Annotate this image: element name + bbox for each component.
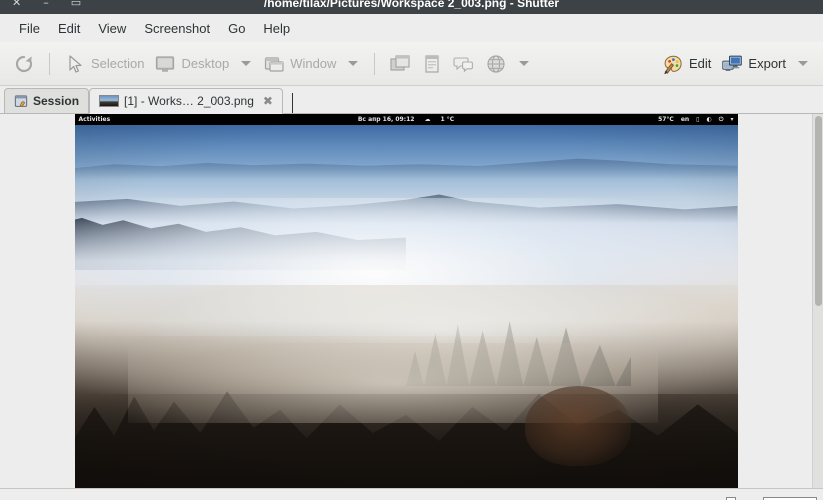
window-dropdown-chevron-down-icon[interactable] (348, 61, 359, 66)
toolbar-separator-1 (49, 52, 50, 75)
gnome-outdoor-temp: 1 °C (440, 116, 455, 123)
title-bar: ✕ – ▭ /home/tilax/Pictures/Workspace 2_0… (0, 0, 823, 14)
tab-image-label: [1] - Works… 2_003.png (124, 94, 254, 108)
toolbar-separator-2 (374, 52, 376, 75)
window-button[interactable]: Window (258, 50, 341, 78)
toolbar: Selection Desktop Window Edit Export (0, 42, 823, 86)
menu-go[interactable]: Go (219, 18, 254, 39)
photo-vignette (74, 125, 738, 488)
gnome-clock-area: Вс апр 16, 09:12 ☁ 1 °C (75, 116, 738, 123)
captured-wallpaper-photo (74, 125, 738, 488)
session-icon (14, 95, 28, 107)
menu-edit[interactable]: Edit (49, 18, 89, 39)
export-button[interactable]: Export (716, 50, 791, 78)
image-thumbnail (99, 95, 120, 107)
tab-close-icon[interactable]: ✖ (263, 94, 273, 108)
weather-cloud-icon: ☁ (424, 116, 431, 123)
web-page-icon (425, 54, 439, 73)
menu-file[interactable]: File (10, 18, 49, 39)
tooltip-icon (453, 56, 474, 72)
edit-button[interactable]: Edit (657, 50, 716, 78)
export-label: Export (748, 56, 786, 71)
status-right-group (726, 494, 817, 500)
menu-capture-button[interactable] (384, 50, 416, 78)
tab-bar-cursor (291, 93, 293, 113)
shutter-window: ✕ – ▭ /home/tilax/Pictures/Workspace 2_0… (0, 0, 823, 500)
redo-button[interactable] (8, 50, 40, 78)
browser-capture-button[interactable] (480, 50, 512, 78)
tooltip-capture-button[interactable] (448, 50, 480, 78)
desktop-label: Desktop (181, 56, 230, 71)
cursor-arrow-icon (69, 54, 82, 73)
status-bar (0, 488, 823, 500)
tab-session-label: Session (33, 94, 80, 108)
menu-window-icon (390, 54, 410, 71)
globe-icon (487, 54, 506, 73)
menu-bar: File Edit View Screenshot Go Help (0, 14, 823, 42)
image-canvas-area: Activities Вс апр 16, 09:12 ☁ 1 °C 57°C … (0, 114, 823, 488)
gnome-status-area: 57°C en ▯ ◐ ⏻ ▾ (658, 116, 733, 124)
desktop-dropdown-chevron-down-icon[interactable] (241, 61, 252, 66)
gnome-datetime: Вс апр 16, 09:12 (357, 116, 415, 123)
window-icon (265, 56, 284, 72)
monitors-icon (722, 55, 743, 71)
desktop-icon (156, 55, 175, 72)
power-icon: ⏻ (718, 115, 724, 123)
menu-help[interactable]: Help (254, 18, 299, 39)
selection-label: Selection (91, 56, 145, 71)
canvas-scroll-viewport[interactable]: Activities Вс апр 16, 09:12 ☁ 1 °C 57°C … (0, 114, 812, 488)
vertical-scrollbar[interactable] (812, 114, 823, 488)
desktop-button[interactable]: Desktop (149, 50, 234, 78)
captured-gnome-top-bar: Activities Вс апр 16, 09:12 ☁ 1 °C 57°C … (74, 114, 738, 125)
menu-view[interactable]: View (89, 18, 135, 39)
web-capture-button[interactable] (416, 50, 448, 78)
gnome-cpu-temp: 57°C (658, 116, 674, 123)
tab-bar: Session [1] - Works… 2_003.png ✖ (0, 86, 823, 114)
redo-icon (15, 55, 33, 72)
chevron-down-icon: ▾ (730, 116, 734, 123)
selection-button[interactable]: Selection (59, 50, 149, 78)
window-label: Window (290, 56, 337, 71)
screenshot-preview[interactable]: Activities Вс апр 16, 09:12 ☁ 1 °C 57°C … (74, 114, 738, 488)
palette-icon (664, 55, 682, 74)
menu-screenshot[interactable]: Screenshot (135, 18, 219, 39)
gnome-keyboard-layout: en (680, 116, 690, 123)
tab-session[interactable]: Session (4, 88, 90, 113)
vertical-scrollbar-thumb[interactable] (815, 116, 822, 306)
export-dropdown-chevron-down-icon[interactable] (798, 61, 808, 66)
edit-label: Edit (689, 56, 712, 71)
capture-dropdown-chevron-down-icon[interactable] (519, 61, 530, 66)
battery-icon: ▯ (696, 116, 700, 123)
tab-image[interactable]: [1] - Works… 2_003.png ✖ (89, 88, 283, 114)
network-icon: ◐ (706, 116, 712, 123)
window-title: /home/tilax/Pictures/Workspace 2_003.png… (263, 0, 560, 10)
